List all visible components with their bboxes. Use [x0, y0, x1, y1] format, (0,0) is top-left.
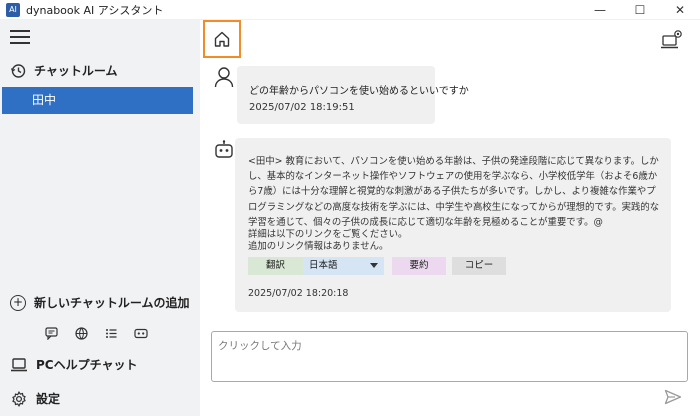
- title-bar: AI dynabook AI アシスタント — ☐ ✕: [0, 0, 700, 20]
- send-button[interactable]: [664, 389, 682, 405]
- add-chat-room-label: 新しいチャットルームの追加: [34, 296, 190, 310]
- minimize-button[interactable]: —: [580, 0, 620, 20]
- user-message-time: 2025/07/02 18:19:51: [249, 102, 355, 113]
- list-icon[interactable]: [104, 326, 118, 340]
- add-chat-room-button[interactable]: + 新しいチャットルームの追加: [10, 294, 190, 311]
- globe-icon[interactable]: [74, 326, 88, 340]
- sidebar: チャットルーム 田中 + 新しいチャットルームの追加 PCヘルプチャット 設定: [0, 20, 200, 416]
- chat-rooms-label: チャットルーム: [34, 64, 118, 78]
- settings-button[interactable]: 設定: [10, 390, 60, 407]
- robot-icon[interactable]: [134, 326, 148, 340]
- menu-icon[interactable]: [10, 30, 30, 46]
- chat-bubble-icon[interactable]: [44, 326, 58, 340]
- app-icon: AI: [6, 2, 20, 17]
- language-select[interactable]: 日本語: [303, 257, 384, 275]
- translate-button[interactable]: 翻訳: [248, 257, 303, 275]
- laptop-icon: [11, 357, 27, 371]
- pc-help-chat-label: PCヘルプチャット: [36, 358, 138, 372]
- close-button[interactable]: ✕: [660, 0, 700, 20]
- send-icon: [664, 389, 682, 405]
- pc-help-chat-button[interactable]: PCヘルプチャット: [10, 356, 137, 373]
- chevron-down-icon: [370, 263, 378, 268]
- sidebar-item-room[interactable]: 田中: [2, 87, 193, 114]
- link-info-line: 詳細は以下のリンクをご覧ください。: [248, 229, 408, 240]
- chat-rooms-header: チャットルーム: [10, 62, 118, 79]
- assistant-message: <田中> 教育において、パソコンを使い始める年齢は、子供の発達段階に応じて異なり…: [235, 138, 671, 312]
- summary-button[interactable]: 要約: [392, 257, 446, 275]
- home-button[interactable]: [203, 20, 241, 58]
- gear-icon: [12, 390, 26, 407]
- message-input[interactable]: [212, 332, 687, 381]
- user-message-text: どの年齢からパソコンを使い始めるといいですか: [249, 86, 469, 97]
- maximize-button[interactable]: ☐: [620, 0, 660, 20]
- message-actions: 翻訳 日本語 要約 コピー: [248, 257, 506, 275]
- assistant-link-info: 詳細は以下のリンクをご覧ください。 追加のリンク情報はありません。: [248, 229, 407, 253]
- window-title: dynabook AI アシスタント: [26, 3, 164, 17]
- pc-settings-icon[interactable]: [660, 28, 684, 50]
- assistant-avatar-icon: [214, 140, 234, 160]
- user-avatar-icon: [214, 66, 234, 88]
- user-message: どの年齢からパソコンを使い始めるといいですか 2025/07/02 18:19:…: [237, 66, 469, 124]
- quick-actions: [44, 326, 148, 340]
- plus-icon: +: [10, 294, 26, 311]
- assistant-message-text: <田中> 教育において、パソコンを使い始める年齢は、子供の発達段階に応じて異なり…: [248, 156, 660, 228]
- settings-label: 設定: [36, 392, 61, 406]
- window-controls: — ☐ ✕: [580, 0, 700, 20]
- message-input-box: [211, 331, 688, 382]
- copy-button[interactable]: コピー: [452, 257, 506, 275]
- assistant-message-time: 2025/07/02 18:20:18: [248, 288, 349, 299]
- home-icon: [214, 31, 230, 47]
- history-icon: [10, 63, 26, 78]
- link-info-line: 追加のリンク情報はありません。: [248, 241, 389, 252]
- language-value: 日本語: [309, 260, 338, 271]
